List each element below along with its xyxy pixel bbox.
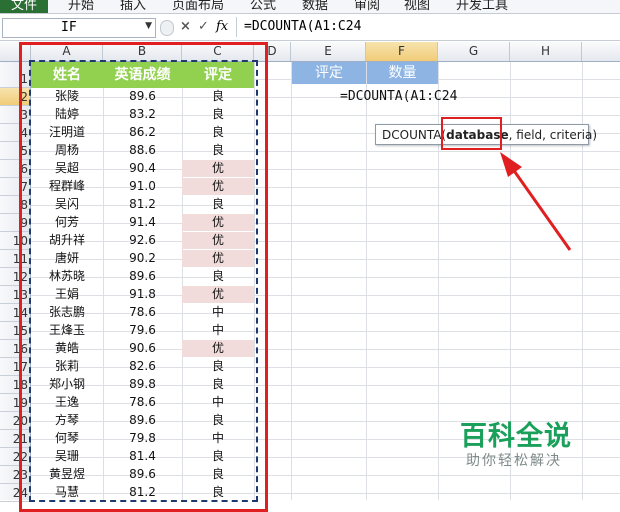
watermark-subtitle: 助你轻松解决 <box>466 453 562 469</box>
watermark-logo: 百科全说 助你轻松解决 <box>440 408 590 470</box>
watermark-title: 百科全说 <box>460 421 572 452</box>
